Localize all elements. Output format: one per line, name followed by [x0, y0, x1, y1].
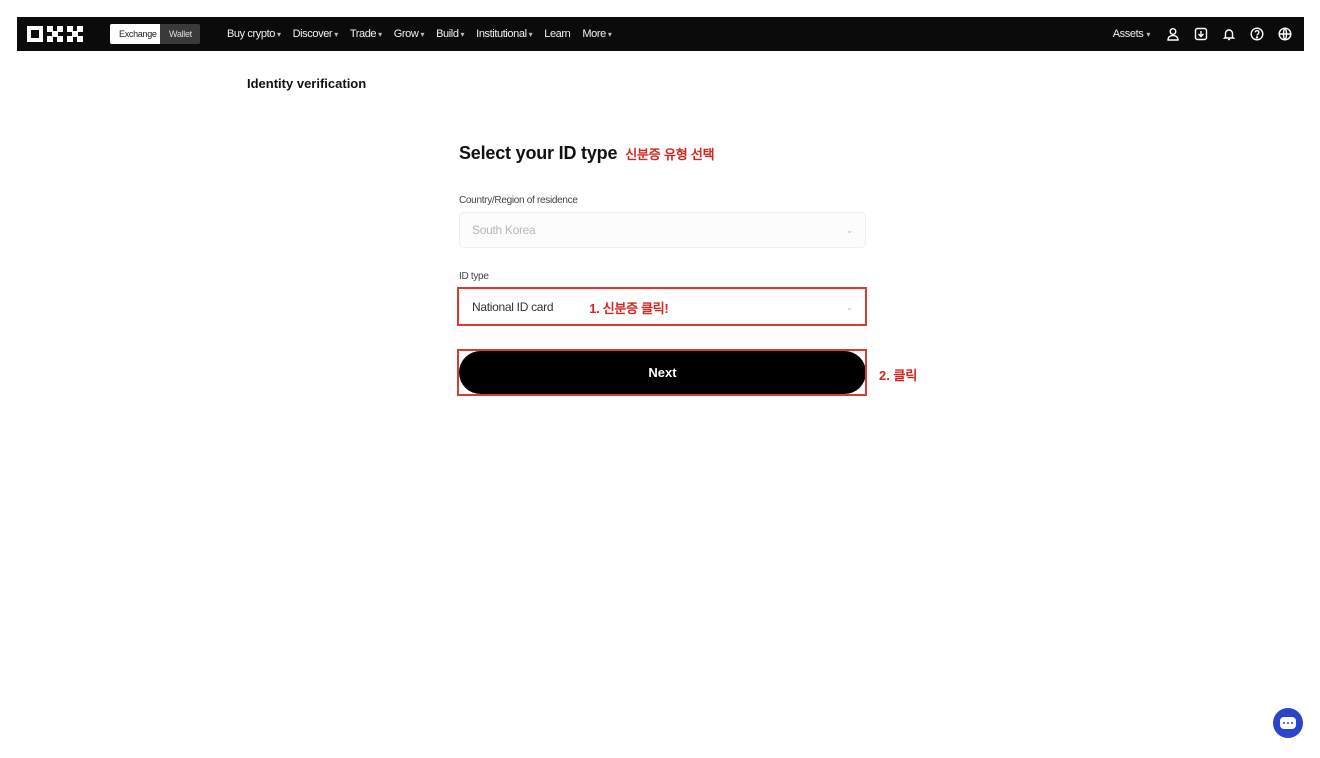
id-type-form: Select your ID type 신분증 유형 선택 Country/Re… — [459, 143, 866, 325]
next-annotation: 2. 클릭 — [879, 368, 918, 383]
country-label: Country/Region of residence — [459, 195, 578, 206]
assets-label: Assets — [1112, 28, 1144, 40]
nav-trade[interactable]: Trade ▾ — [350, 28, 382, 40]
main-nav: Buy crypto ▾ Discover ▾ Trade ▾ Grow ▾ Build… — [227, 28, 612, 40]
tab-wallet[interactable]: Wallet — [160, 24, 200, 44]
download-icon[interactable] — [1194, 27, 1208, 41]
nav-label: Discover — [292, 28, 333, 40]
nav-label: Learn — [544, 28, 571, 40]
nav-label: Buy crypto — [227, 28, 275, 40]
nav-learn[interactable]: Learn — [544, 28, 571, 40]
chevron-down-icon: ▾ — [420, 29, 425, 39]
nav-label: More — [582, 28, 606, 40]
logo-mark-x — [67, 26, 83, 42]
chevron-down-icon: ▾ — [276, 29, 281, 39]
nav-label: Trade — [349, 28, 377, 40]
country-select[interactable]: South Korea ⌄ — [459, 212, 866, 248]
chat-icon — [1280, 717, 1296, 729]
chevron-down-icon: ▾ — [607, 29, 612, 39]
help-icon[interactable] — [1250, 27, 1264, 41]
page-title: Identity verification — [247, 76, 367, 91]
assets-menu[interactable]: Assets ▾ — [1112, 28, 1151, 40]
nav-buy-crypto[interactable]: Buy crypto ▾ — [227, 28, 281, 40]
chevron-down-icon: ⌄ — [845, 224, 854, 235]
chevron-down-icon: ▾ — [334, 29, 338, 39]
id-type-highlight-box — [457, 287, 867, 326]
logo-mark-square — [27, 26, 43, 42]
chevron-down-icon: ▾ — [1146, 29, 1150, 39]
logo-mark-k — [47, 26, 63, 42]
nav-label: Grow — [393, 28, 419, 40]
nav-discover[interactable]: Discover ▾ — [292, 28, 339, 40]
chevron-down-icon: ▾ — [378, 29, 382, 39]
chevron-down-icon: ▾ — [528, 29, 533, 39]
heading-annotation: 신분증 유형 선택 — [625, 147, 715, 162]
nav-institutional[interactable]: Institutional ▾ — [476, 28, 532, 40]
id-type-label: ID type — [459, 271, 489, 282]
nav-label: Build — [436, 28, 459, 40]
nav-build[interactable]: Build ▾ — [436, 28, 464, 40]
header-actions: Assets ▾ — [1113, 27, 1292, 41]
user-icon[interactable] — [1166, 27, 1180, 41]
nav-grow[interactable]: Grow ▾ — [393, 28, 425, 40]
globe-icon[interactable] — [1278, 27, 1292, 41]
okx-logo[interactable] — [27, 24, 83, 44]
next-highlight-box — [457, 349, 867, 396]
nav-more[interactable]: More ▾ — [582, 28, 611, 40]
chevron-down-icon: ▾ — [460, 29, 465, 39]
chat-support-button[interactable] — [1273, 708, 1303, 738]
country-value: South Korea — [472, 223, 536, 237]
mode-switch: Exchange Wallet — [110, 24, 200, 44]
top-navigation-bar: Exchange Wallet Buy crypto ▾ Discover ▾ Tr… — [17, 17, 1304, 51]
nav-label: Institutional — [476, 28, 527, 40]
form-heading: Select your ID type — [459, 143, 618, 163]
form-heading-row: Select your ID type 신분증 유형 선택 — [459, 143, 866, 164]
bell-icon[interactable] — [1222, 27, 1236, 41]
tab-exchange[interactable]: Exchange — [110, 24, 160, 44]
